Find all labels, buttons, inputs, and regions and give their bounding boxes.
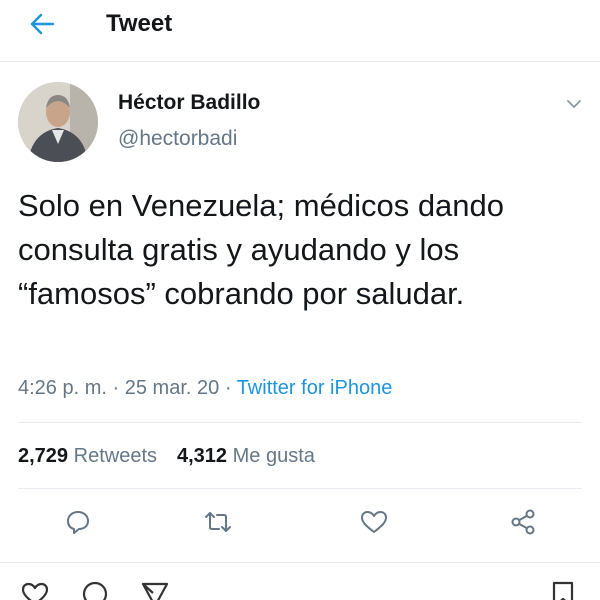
page-title: Tweet [106, 10, 173, 37]
meta-separator: · [224, 377, 232, 399]
tweet-source-link[interactable]: Twitter for iPhone [237, 377, 393, 399]
tweet-actions [0, 500, 600, 544]
like-button[interactable] [20, 581, 50, 600]
chevron-down-icon [567, 100, 581, 108]
send-button[interactable] [140, 581, 170, 600]
send-icon [141, 582, 169, 600]
user-photo [18, 82, 98, 162]
comment-icon [82, 581, 108, 600]
arrow-left-icon [30, 13, 55, 35]
tweet-date: 25 mar. 20 [124, 377, 220, 399]
bottom-toolbar [0, 562, 600, 600]
heart-icon [21, 582, 49, 600]
tweet-stats: 2,729 Retweets 4,312 Me gusta [18, 442, 315, 470]
divider [18, 488, 582, 489]
back-button[interactable] [22, 8, 62, 40]
like-icon [361, 511, 387, 533]
retweets-count: 2,729 [18, 445, 69, 467]
share-button[interactable] [508, 506, 540, 538]
bookmark-icon [552, 581, 574, 600]
likes-stat[interactable]: 4,312 Me gusta [177, 445, 315, 467]
like-button[interactable] [358, 506, 390, 538]
tweet-menu-button[interactable] [562, 92, 586, 116]
top-bar: Tweet [0, 0, 600, 62]
divider [18, 422, 582, 423]
likes-label: Me gusta [232, 445, 315, 467]
avatar[interactable] [18, 82, 98, 162]
comment-button[interactable] [80, 581, 110, 600]
likes-count: 4,312 [177, 445, 228, 467]
author-handle[interactable]: @hectorbadi [118, 126, 237, 152]
retweets-label: Retweets [73, 445, 157, 467]
tweet-timestamp: 4:26 p. m. · 25 mar. 20 · Twitter for iP… [18, 374, 392, 402]
retweet-icon [205, 512, 231, 532]
author-name[interactable]: Héctor Badillo [118, 90, 260, 116]
meta-separator: · [112, 377, 120, 399]
reply-icon [67, 511, 89, 534]
share-icon [511, 509, 535, 535]
tweet-text: Solo en Venezuela; médicos dando consult… [18, 188, 505, 311]
reply-button[interactable] [62, 506, 94, 538]
retweet-button[interactable] [202, 506, 234, 538]
save-button[interactable] [548, 581, 578, 600]
tweet-time: 4:26 p. m. [18, 377, 107, 399]
retweets-stat[interactable]: 2,729 Retweets [18, 445, 157, 467]
